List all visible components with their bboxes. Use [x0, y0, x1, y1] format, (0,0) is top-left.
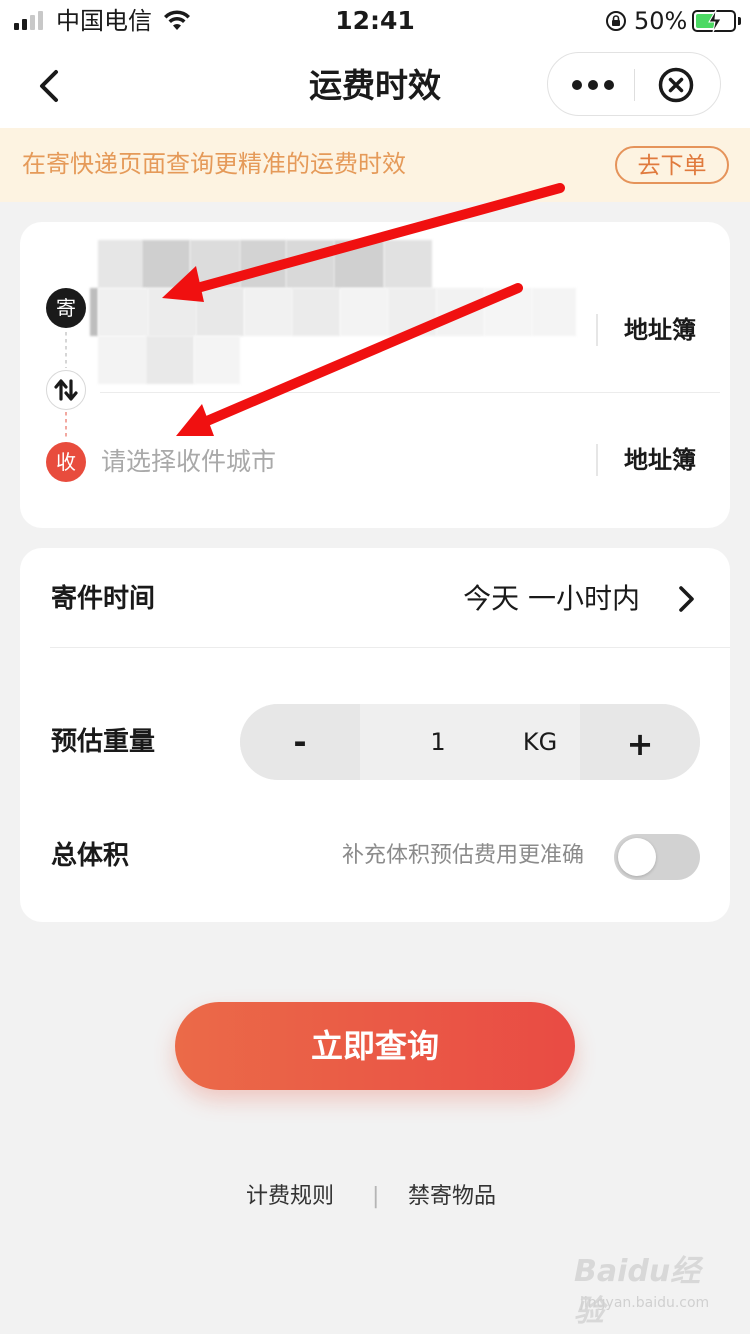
receiver-address-book-button[interactable]: 地址簿 — [624, 443, 696, 477]
weight-value[interactable]: 1 — [400, 704, 476, 780]
charging-bolt-icon — [708, 9, 722, 33]
toggle-knob — [618, 838, 656, 876]
watermark-logo-text: Baidu经验 — [574, 1254, 701, 1329]
send-time-row[interactable]: 寄件时间 今天 一小时内 — [20, 548, 730, 647]
vertical-divider — [596, 444, 598, 476]
prohibited-items-link[interactable]: 禁寄物品 — [408, 1180, 496, 1214]
billing-rules-link[interactable]: 计费规则 — [246, 1180, 334, 1214]
options-divider — [50, 647, 730, 648]
sender-badge: 寄 — [46, 288, 86, 328]
query-button[interactable]: 立即查询 — [175, 1002, 575, 1090]
battery-percent: 50% — [634, 7, 688, 35]
sender-address-redacted[interactable] — [90, 240, 590, 388]
mini-program-capsule — [547, 52, 721, 116]
close-circle-icon[interactable] — [658, 67, 694, 103]
address-divider — [100, 392, 720, 393]
status-bar: 中国电信 12:41 50% — [0, 0, 750, 44]
weight-decrease-button[interactable]: - — [240, 704, 360, 780]
nav-bar: 运费时效 — [0, 44, 750, 128]
chevron-right-icon — [679, 586, 694, 612]
receiver-city-input[interactable] — [101, 442, 581, 482]
footer-separator: | — [372, 1184, 380, 1209]
connector-dots — [65, 332, 67, 368]
volume-toggle[interactable] — [614, 834, 700, 880]
options-card: 寄件时间 今天 一小时内 预估重量 - 1 KG + 总体积 补充体积预估费用更… — [20, 548, 730, 922]
volume-hint: 补充体积预估费用更准确 — [341, 843, 584, 868]
receiver-badge: 收 — [46, 442, 86, 482]
vertical-divider — [596, 314, 598, 346]
tip-text: 在寄快递页面查询更精准的运费时效 — [22, 150, 406, 178]
send-time-value: 今天 一小时内 — [463, 582, 640, 615]
orientation-lock-icon — [606, 11, 626, 31]
weight-stepper: - 1 KG + — [240, 704, 700, 780]
page: 中国电信 12:41 50% 运费时效 在寄快递页面查询更精准的运费时效 去下单… — [0, 0, 750, 1334]
capsule-divider — [634, 69, 635, 101]
watermark-url: jingyan.baidu.com — [580, 1295, 710, 1311]
send-time-label: 寄件时间 — [51, 584, 156, 614]
tip-banner: 在寄快递页面查询更精准的运费时效 去下单 — [0, 128, 750, 202]
more-dots-icon[interactable] — [568, 69, 618, 101]
swap-arrows-icon[interactable] — [46, 370, 86, 410]
battery-tip — [738, 17, 741, 25]
go-order-button[interactable]: 去下单 — [615, 146, 729, 184]
weight-label: 预估重量 — [51, 727, 156, 757]
sender-address-book-button[interactable]: 地址簿 — [624, 313, 696, 347]
weight-unit: KG — [522, 728, 558, 756]
baidu-jingyan-watermark: Baidu经验 jingyan.baidu.com — [574, 1252, 724, 1329]
volume-label: 总体积 — [51, 841, 130, 871]
connector-dots-red — [65, 412, 67, 440]
address-card: 寄 收 地址簿 地址簿 — [20, 222, 730, 528]
footer-links: 计费规则 | 禁寄物品 — [0, 1180, 750, 1214]
weight-increase-button[interactable]: + — [580, 704, 700, 780]
